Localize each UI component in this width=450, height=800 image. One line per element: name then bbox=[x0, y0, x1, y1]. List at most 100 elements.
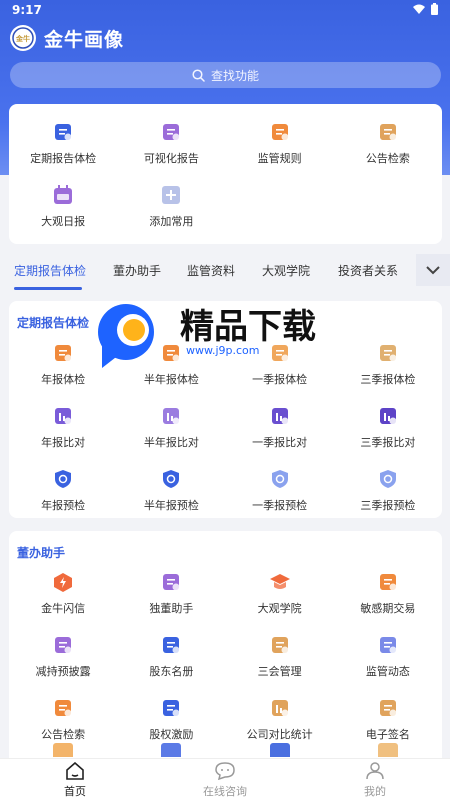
e-signature-icon bbox=[379, 700, 397, 717]
grid-item-label: 股权激励 bbox=[149, 728, 194, 741]
grid-item-label: 公司对比统计 bbox=[246, 728, 313, 741]
grid-item[interactable]: 减持预披露 bbox=[9, 634, 117, 679]
svg-text:金牛: 金牛 bbox=[15, 34, 30, 43]
category-tabs: 定期报告体检 董办助手 监管资料 大观学院 投资者关系 bbox=[0, 254, 450, 286]
tabs-expand-button[interactable] bbox=[416, 254, 450, 286]
battery-icon bbox=[431, 3, 438, 15]
board-partial-row bbox=[9, 743, 442, 757]
app-bar: 金牛 金牛画像 bbox=[10, 24, 124, 52]
nav-home-label: 首页 bbox=[64, 785, 86, 798]
grid-item-label: 年报体检 bbox=[41, 373, 86, 386]
wifi-icon bbox=[413, 4, 425, 14]
quick-access-card: 定期报告体检 可视化报告 监管规则 公告检索大观日报 添加常用 bbox=[9, 104, 442, 244]
sensitive-trade-icon bbox=[379, 574, 397, 591]
grid-item[interactable]: 三季报比对 bbox=[334, 405, 442, 450]
grid-item[interactable]: 三季报预检 bbox=[334, 468, 442, 513]
grid-item[interactable]: 半年报预检 bbox=[117, 468, 225, 513]
system-icons bbox=[413, 3, 438, 15]
annual-compare-icon bbox=[55, 408, 72, 425]
board-assistant-card: 董办助手 金牛闪信 独董助手 大观学院 敏感期交易减持预披露 股东名册 三会管理 监管动态公… bbox=[9, 531, 442, 771]
nav-profile[interactable]: 我的 bbox=[335, 762, 415, 799]
active-tab-indicator bbox=[14, 287, 82, 290]
grid-item-label: 大观学院 bbox=[257, 602, 302, 615]
reduction-disclosure-icon bbox=[55, 637, 72, 654]
grid-item[interactable]: 公司对比统计 bbox=[226, 697, 334, 742]
grid-item[interactable]: 敏感期交易 bbox=[334, 571, 442, 616]
tab-daguan-academy[interactable]: 大观学院 bbox=[262, 262, 310, 279]
app-logo: 金牛 bbox=[10, 25, 36, 51]
grid-item[interactable]: 年报预检 bbox=[9, 468, 117, 513]
grid-item[interactable]: 电子签名 bbox=[334, 697, 442, 742]
grid-item[interactable]: 一季报比对 bbox=[226, 405, 334, 450]
grid-item-label: 监管动态 bbox=[365, 665, 410, 678]
grid-item[interactable]: 监管规则 bbox=[226, 121, 334, 166]
daily-calendar-icon bbox=[54, 185, 73, 204]
grid-item-label: 敏感期交易 bbox=[360, 602, 416, 615]
section-title-board-assistant: 董办助手 bbox=[17, 546, 66, 560]
chart-report-icon bbox=[163, 124, 180, 141]
grid-item[interactable]: 监管动态 bbox=[334, 634, 442, 679]
add-icon bbox=[162, 186, 181, 204]
grid-item[interactable]: 定期报告体检 bbox=[9, 121, 117, 166]
halfyear-precheck-icon bbox=[163, 470, 180, 488]
graduation-cap-icon bbox=[269, 574, 290, 589]
grid-item[interactable]: 独董助手 bbox=[117, 571, 225, 616]
grid-item[interactable]: 股权激励 bbox=[117, 697, 225, 742]
grid-item-label: 独董助手 bbox=[149, 602, 194, 615]
grid-item[interactable]: 一季报预检 bbox=[226, 468, 334, 513]
grid-item-label: 半年报预检 bbox=[143, 499, 199, 512]
annual-check-icon bbox=[55, 345, 72, 362]
watermark-logo: 精品下载 www.j9p.com bbox=[98, 304, 316, 368]
nav-home[interactable]: 首页 bbox=[35, 762, 115, 799]
grid-item-label: 年报预检 bbox=[41, 499, 86, 512]
announcement-search-icon bbox=[55, 700, 72, 717]
grid-item-label: 年报比对 bbox=[41, 436, 86, 449]
quick-access-grid: 定期报告体检 可视化报告 监管规则 公告检索大观日报 添加常用 bbox=[9, 121, 442, 229]
grid-item-label: 添加常用 bbox=[149, 215, 194, 228]
grid-item[interactable]: 公告检索 bbox=[334, 121, 442, 166]
status-time: 9:17 bbox=[12, 3, 42, 17]
bottom-navigation: 首页 在线咨询 我的 bbox=[0, 758, 450, 800]
grid-item[interactable]: 大观学院 bbox=[226, 571, 334, 616]
grid-item-label: 公告检索 bbox=[365, 152, 410, 165]
grid-item[interactable]: 添加常用 bbox=[117, 184, 225, 229]
tab-periodic-report[interactable]: 定期报告体检 bbox=[14, 262, 86, 279]
search-icon bbox=[192, 68, 205, 82]
search-placeholder: 查找功能 bbox=[210, 68, 259, 83]
grid-item[interactable]: 年报比对 bbox=[9, 405, 117, 450]
equity-incentive-icon bbox=[163, 700, 180, 717]
q1-compare-icon bbox=[271, 408, 289, 425]
tab-investor-relations[interactable]: 投资者关系 bbox=[338, 262, 398, 279]
meeting-management-icon bbox=[271, 637, 289, 654]
home-icon bbox=[66, 762, 84, 780]
grid-item[interactable]: 三会管理 bbox=[226, 634, 334, 679]
halfyear-compare-icon bbox=[163, 408, 180, 425]
board-assistant-grid: 金牛闪信 独董助手 大观学院 敏感期交易减持预披露 股东名册 三会管理 监管动态公告检索 股权… bbox=[9, 571, 442, 742]
grid-item-label: 可视化报告 bbox=[143, 152, 199, 165]
q3-compare-icon bbox=[379, 408, 397, 425]
q3-check-icon bbox=[379, 345, 397, 362]
tab-regulatory-materials[interactable]: 监管资料 bbox=[187, 262, 235, 279]
nav-online-consult[interactable]: 在线咨询 bbox=[185, 762, 265, 799]
nav-online-consult-label: 在线咨询 bbox=[203, 785, 247, 798]
search-bar[interactable]: 查找功能 bbox=[10, 62, 441, 88]
grid-item[interactable]: 股东名册 bbox=[117, 634, 225, 679]
grid-item[interactable]: 公告检索 bbox=[9, 697, 117, 742]
grid-item[interactable]: 半年报比对 bbox=[117, 405, 225, 450]
grid-item-label: 金牛闪信 bbox=[41, 602, 86, 615]
profile-icon bbox=[366, 762, 384, 780]
app-title: 金牛画像 bbox=[44, 28, 125, 51]
grid-item-label: 电子签名 bbox=[365, 728, 410, 741]
watermark: 精品下载 www.j9p.com bbox=[98, 298, 358, 370]
grid-item-label: 三季报体检 bbox=[360, 373, 416, 386]
company-compare-icon bbox=[271, 700, 289, 717]
grid-item-label: 减持预披露 bbox=[35, 665, 91, 678]
chevron-down-icon bbox=[426, 265, 440, 274]
grid-item[interactable]: 大观日报 bbox=[9, 184, 117, 229]
svg-text:www.j9p.com: www.j9p.com bbox=[186, 344, 260, 357]
grid-item-label: 定期报告体检 bbox=[30, 152, 97, 165]
grid-item[interactable]: 可视化报告 bbox=[117, 121, 225, 166]
tab-board-assistant[interactable]: 董办助手 bbox=[113, 262, 161, 279]
section-title-periodic-report: 定期报告体检 bbox=[17, 316, 90, 330]
grid-item[interactable]: 金牛闪信 bbox=[9, 571, 117, 616]
